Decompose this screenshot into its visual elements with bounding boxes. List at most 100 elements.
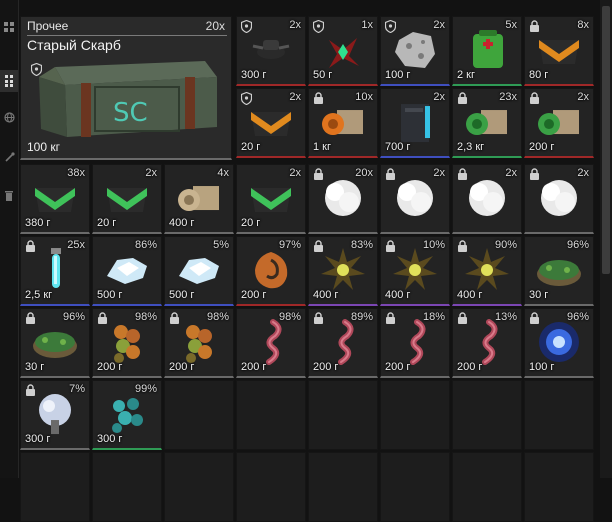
item-quantity: 2x: [577, 91, 589, 103]
inventory-item[interactable]: 7% 300 г: [20, 380, 90, 450]
inventory-item[interactable]: 98% 200 г: [236, 308, 306, 378]
inventory-item[interactable]: 5x 2 кг: [452, 16, 522, 86]
empty-slot[interactable]: [308, 380, 378, 450]
sidebar: [0, 0, 19, 478]
empty-slot[interactable]: [524, 380, 594, 450]
empty-slot[interactable]: [164, 380, 234, 450]
lock-icon: [530, 168, 539, 180]
item-quantity: 2x: [145, 167, 157, 179]
shield-icon: [241, 20, 252, 33]
inventory-item[interactable]: 20x: [308, 164, 378, 234]
inventory-item[interactable]: 96% 100 г: [524, 308, 594, 378]
empty-slot[interactable]: [164, 452, 234, 522]
tools-icon[interactable]: [0, 146, 18, 168]
item-weight: 500 г: [97, 289, 123, 301]
item-weight: 200 г: [313, 361, 339, 373]
item-weight: 80 г: [529, 69, 549, 81]
empty-slot[interactable]: [380, 452, 450, 522]
inventory-item[interactable]: 96% 30 г: [20, 308, 90, 378]
inventory-item[interactable]: 98% 200 г: [92, 308, 162, 378]
inventory-item[interactable]: 2x 700 г: [380, 88, 450, 158]
empty-slot[interactable]: [308, 452, 378, 522]
item-quantity: 83%: [350, 239, 373, 251]
inventory-item[interactable]: 89% 200 г: [308, 308, 378, 378]
empty-slot[interactable]: [380, 380, 450, 450]
featured-item-cell[interactable]: Прочее Старый Скарб 20x SC 100 кг: [20, 16, 232, 160]
inventory-item[interactable]: 2x: [524, 164, 594, 234]
inventory-item[interactable]: 1x 50 г: [308, 16, 378, 86]
medkit-icon: [473, 29, 503, 68]
inventory-item[interactable]: 97% 200 г: [236, 236, 306, 306]
empty-slot[interactable]: [452, 380, 522, 450]
shield-icon: [385, 20, 396, 33]
inventory-item[interactable]: 2x 200 г: [524, 88, 594, 158]
lock-icon: [98, 312, 107, 324]
trash-icon[interactable]: [0, 184, 18, 206]
item-quantity: 2x: [577, 167, 589, 179]
inventory-item[interactable]: 18% 200 г: [380, 308, 450, 378]
inventory-item[interactable]: 5% 500 г: [164, 236, 234, 306]
lock-icon: [386, 312, 395, 324]
inventory-item[interactable]: 8x 80 г: [524, 16, 594, 86]
item-weight: 300 г: [241, 69, 267, 81]
item-weight: 400 г: [169, 217, 195, 229]
item-weight: 200 г: [385, 361, 411, 373]
inventory-item[interactable]: 25x 2,5 кг: [20, 236, 90, 306]
inventory-item[interactable]: 2x 300 г: [236, 16, 306, 86]
berry-cluster-icon: [186, 324, 212, 363]
inventory-item[interactable]: 2x 100 г: [380, 16, 450, 86]
item-quantity: 2x: [289, 91, 301, 103]
item-quantity: 2x: [289, 19, 301, 31]
list-icon[interactable]: [0, 70, 18, 92]
category-divider: [27, 35, 227, 36]
item-weight: 400 г: [457, 289, 483, 301]
lock-icon: [386, 240, 395, 252]
inventory-item[interactable]: 2x: [380, 164, 450, 234]
inventory-item[interactable]: 99% 300 г: [92, 380, 162, 450]
inventory-item[interactable]: 2x 20 г: [236, 164, 306, 234]
item-quantity: 96%: [62, 311, 85, 323]
blue-container-icon: [401, 103, 430, 142]
ice-crystal-icon: [107, 257, 147, 284]
inventory-item[interactable]: 4x 400 г: [164, 164, 234, 234]
item-weight: 30 г: [529, 289, 549, 301]
shield-icon: [313, 20, 324, 33]
inventory-item[interactable]: 38x 380 г: [20, 164, 90, 234]
inventory-item[interactable]: 86% 500 г: [92, 236, 162, 306]
inventory-item[interactable]: 10% 400 г: [380, 236, 450, 306]
lock-icon: [458, 92, 467, 104]
empty-slot[interactable]: [452, 452, 522, 522]
pink-tendril-icon: [338, 318, 354, 365]
scrollbar[interactable]: [600, 0, 612, 478]
inventory-item[interactable]: 2x 20 г: [236, 88, 306, 158]
empty-slot[interactable]: [236, 452, 306, 522]
inventory-item[interactable]: 98% 200 г: [164, 308, 234, 378]
inventory-item[interactable]: 23x 2,3 кг: [452, 88, 522, 158]
ice-crystal-icon: [179, 257, 219, 284]
inventory-item[interactable]: 2x: [452, 164, 522, 234]
scrollbar-thumb[interactable]: [602, 6, 610, 274]
item-weight: 100 кг: [27, 140, 60, 154]
inventory-item[interactable]: 90% 400 г: [452, 236, 522, 306]
pink-tendril-icon: [266, 318, 282, 365]
item-weight: 200 г: [241, 289, 267, 301]
inventory-item[interactable]: 2x 20 г: [92, 164, 162, 234]
item-quantity: 2x: [433, 91, 445, 103]
lock-icon: [530, 92, 539, 104]
empty-slot[interactable]: [20, 452, 90, 522]
inventory-item[interactable]: 13% 200 г: [452, 308, 522, 378]
moss-artifact-icon: [537, 259, 581, 286]
white-cloud-icon: [397, 179, 433, 216]
empty-slot[interactable]: [236, 380, 306, 450]
crystal-cluster-icon: [329, 37, 359, 68]
silver-spore-icon: [39, 393, 71, 434]
inventory-item[interactable]: 96% 30 г: [524, 236, 594, 306]
item-weight: 200 г: [169, 361, 195, 373]
item-weight: 50 г: [313, 69, 333, 81]
empty-slot[interactable]: [524, 452, 594, 522]
empty-slot[interactable]: [92, 452, 162, 522]
globe-icon[interactable]: [0, 106, 18, 128]
inventory-item[interactable]: 83% 400 г: [308, 236, 378, 306]
grid-icon[interactable]: [0, 16, 18, 38]
inventory-item[interactable]: 10x 1 кг: [308, 88, 378, 158]
